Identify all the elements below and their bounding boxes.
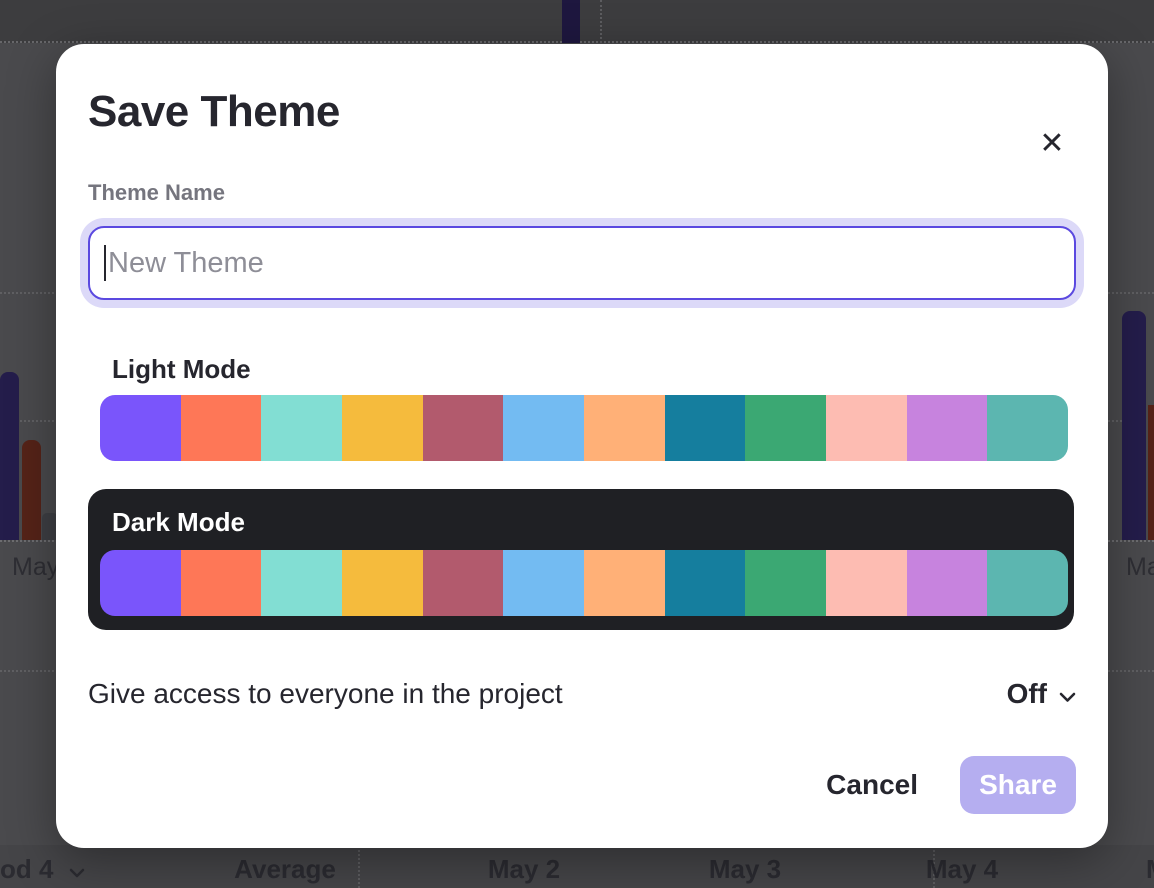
theme-name-input[interactable]: [88, 226, 1076, 300]
palette-swatch: [423, 395, 504, 461]
palette-swatch: [665, 550, 746, 616]
cancel-button[interactable]: Cancel: [826, 769, 918, 801]
palette-swatch: [907, 395, 988, 461]
palette-swatch: [826, 550, 907, 616]
period-dropdown-label: od 4: [0, 854, 53, 885]
x-axis-label: M: [1146, 854, 1154, 885]
x-axis-label: May 2: [488, 854, 560, 885]
palette-swatch: [584, 550, 665, 616]
access-row: Give access to everyone in the project O…: [88, 678, 1076, 710]
access-value: Off: [1007, 678, 1047, 710]
app-header-band: [0, 0, 1154, 43]
palette-swatch: [261, 550, 342, 616]
x-axis-label: May 3: [709, 854, 781, 885]
palette-swatch: [584, 395, 665, 461]
palette-swatch: [987, 395, 1068, 461]
x-axis-label: May 4: [926, 854, 998, 885]
palette-swatch: [181, 395, 262, 461]
light-mode-label: Light Mode: [112, 354, 1076, 385]
palette-swatch: [987, 550, 1068, 616]
palette-swatch: [826, 395, 907, 461]
close-button[interactable]: ✕: [1034, 126, 1070, 162]
chart-separator: [600, 0, 602, 43]
dark-mode-card: Dark Mode: [88, 489, 1074, 630]
dark-mode-palette: [100, 550, 1068, 616]
period-dropdown: od 4: [0, 854, 85, 885]
palette-swatch: [342, 395, 423, 461]
palette-swatch: [665, 395, 746, 461]
text-cursor: [104, 245, 106, 281]
palette-swatch: [503, 395, 584, 461]
palette-swatch: [745, 550, 826, 616]
chart-bar: [22, 440, 41, 540]
theme-name-input-wrapper: [88, 226, 1076, 300]
access-toggle-dropdown[interactable]: Off: [1007, 678, 1076, 710]
palette-swatch: [423, 550, 504, 616]
chevron-down-icon: [69, 854, 85, 885]
chart-bar: [1148, 405, 1154, 540]
light-mode-palette: [100, 395, 1068, 461]
theme-name-label: Theme Name: [88, 180, 1076, 206]
palette-swatch: [503, 550, 584, 616]
palette-swatch: [100, 395, 181, 461]
close-icon: ✕: [1039, 127, 1064, 160]
palette-swatch: [907, 550, 988, 616]
access-label: Give access to everyone in the project: [88, 678, 563, 710]
chart-separator: [358, 845, 360, 888]
palette-swatch: [261, 395, 342, 461]
save-theme-dialog: ✕ Save Theme Theme Name Light Mode Dark …: [56, 44, 1108, 848]
chart-bar: [0, 372, 19, 540]
chevron-down-icon: [1059, 678, 1076, 710]
chart-group-label: Ma: [1126, 553, 1154, 582]
dialog-actions: Cancel Share: [88, 756, 1076, 814]
share-button[interactable]: Share: [960, 756, 1076, 814]
palette-swatch: [100, 550, 181, 616]
x-axis-label-band: od 4 Average May 2 May 3 May 4 M: [0, 845, 1154, 888]
chart-bar: [562, 0, 580, 43]
dialog-title: Save Theme: [88, 88, 1076, 136]
x-axis-label: Average: [234, 854, 336, 885]
dark-mode-label: Dark Mode: [112, 507, 1074, 538]
palette-swatch: [342, 550, 423, 616]
palette-swatch: [745, 395, 826, 461]
chart-bar: [1122, 311, 1146, 540]
palette-swatch: [181, 550, 262, 616]
chart-group-label: May: [12, 553, 59, 582]
